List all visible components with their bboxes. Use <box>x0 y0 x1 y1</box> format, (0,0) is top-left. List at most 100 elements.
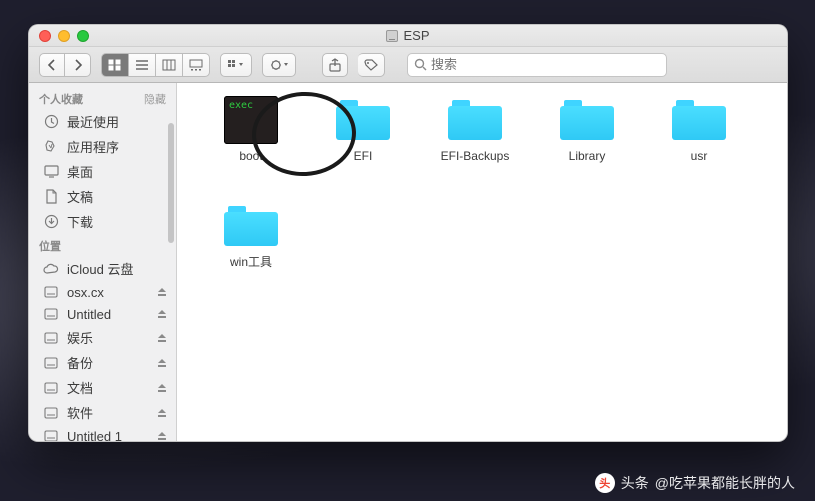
sidebar-item-label: 最近使用 <box>67 112 119 131</box>
folder-icon <box>672 100 726 140</box>
folder-item-efi-backups[interactable]: EFI-Backups <box>419 91 531 197</box>
sidebar-item-label: 软件 <box>67 403 93 422</box>
back-button[interactable] <box>39 53 65 77</box>
eject-icon[interactable] <box>156 286 168 298</box>
sidebar-item-untitled[interactable]: Untitled <box>29 303 176 325</box>
file-item-boot[interactable]: exec boot <box>195 91 307 197</box>
content-area[interactable]: exec boot EFI EFI-Backups Library <box>177 83 787 441</box>
download-icon <box>43 214 59 230</box>
sidebar-item-label: 备份 <box>67 353 93 372</box>
folder-item-wintools[interactable]: win工具 <box>195 197 307 303</box>
sidebar-item-label: 文稿 <box>67 187 93 206</box>
folder-icon <box>336 100 390 140</box>
exec-icon: exec <box>224 96 278 144</box>
apps-icon <box>43 139 59 155</box>
watermark: 头 头条 @吃苹果都能长胖的人 <box>595 473 795 493</box>
watermark-source: 头条 <box>621 473 649 493</box>
sidebar-item-desktop[interactable]: 桌面 <box>29 159 176 184</box>
sidebar-header-locations: 位置 <box>29 234 176 256</box>
sidebar-item-recents[interactable]: 最近使用 <box>29 109 176 134</box>
disk-icon <box>43 405 59 421</box>
eject-icon[interactable] <box>156 382 168 394</box>
exec-label: exec <box>229 100 253 111</box>
sidebar-item-label: 桌面 <box>67 162 93 181</box>
item-label: Library <box>569 149 606 163</box>
search-field[interactable] <box>407 53 667 77</box>
volume-icon <box>386 30 398 42</box>
window-title-text: ESP <box>403 28 429 43</box>
sidebar-item-downloads[interactable]: 下载 <box>29 209 176 234</box>
nav-buttons <box>39 53 91 77</box>
action-menu-button[interactable] <box>262 53 296 77</box>
item-label: EFI-Backups <box>441 149 510 163</box>
search-icon <box>414 58 427 71</box>
disk-icon <box>43 380 59 396</box>
finder-window: ESP 个人收藏 隐藏 <box>28 24 788 442</box>
clock-icon <box>43 114 59 130</box>
arrange-button[interactable] <box>220 53 252 77</box>
folder-icon <box>448 100 502 140</box>
sidebar-item-backup[interactable]: 备份 <box>29 350 176 375</box>
disk-icon <box>43 330 59 346</box>
sidebar-item-label: 应用程序 <box>67 137 119 156</box>
forward-button[interactable] <box>65 53 91 77</box>
sidebar-header-favorites: 个人收藏 隐藏 <box>29 87 176 109</box>
sidebar-collapse-toggle[interactable]: 隐藏 <box>144 91 166 107</box>
view-mode-buttons <box>101 53 210 77</box>
folder-icon <box>560 100 614 140</box>
tags-button[interactable] <box>358 53 385 77</box>
desktop-icon <box>43 164 59 180</box>
titlebar[interactable]: ESP <box>29 25 787 47</box>
disk-icon <box>43 306 59 322</box>
sidebar-item-osxcx[interactable]: osx.cx <box>29 281 176 303</box>
sidebar-item-entertainment[interactable]: 娱乐 <box>29 325 176 350</box>
sidebar-item-label: iCloud 云盘 <box>67 259 133 278</box>
sidebar-item-docs-disk[interactable]: 文档 <box>29 375 176 400</box>
disk-icon <box>43 284 59 300</box>
sidebar-scrollbar[interactable] <box>168 123 174 243</box>
column-view-button[interactable] <box>156 53 183 77</box>
folder-icon <box>224 206 278 246</box>
share-button[interactable] <box>322 53 348 77</box>
sidebar-item-label: 下载 <box>67 212 93 231</box>
toolbar <box>29 47 787 83</box>
folder-item-usr[interactable]: usr <box>643 91 755 197</box>
eject-icon[interactable] <box>156 308 168 320</box>
sidebar-header-label: 个人收藏 <box>39 91 83 107</box>
list-view-button[interactable] <box>129 53 156 77</box>
disk-icon <box>43 355 59 371</box>
toutiao-logo-icon: 头 <box>595 473 615 493</box>
cloud-icon <box>43 261 59 277</box>
item-label: EFI <box>354 149 373 163</box>
eject-icon[interactable] <box>156 332 168 344</box>
sidebar-item-untitled1[interactable]: Untitled 1 <box>29 425 176 441</box>
window-title: ESP <box>29 28 787 43</box>
eject-icon[interactable] <box>156 430 168 441</box>
sidebar: 个人收藏 隐藏 最近使用 应用程序 桌面 文稿 下载 位置 iCloud 云盘 … <box>29 83 177 441</box>
item-label: usr <box>691 149 708 163</box>
folder-item-library[interactable]: Library <box>531 91 643 197</box>
sidebar-item-software[interactable]: 软件 <box>29 400 176 425</box>
icon-view-button[interactable] <box>101 53 129 77</box>
action-group <box>262 53 296 77</box>
eject-icon[interactable] <box>156 407 168 419</box>
watermark-author: @吃苹果都能长胖的人 <box>655 473 795 493</box>
sidebar-item-label: Untitled 1 <box>67 429 122 442</box>
sidebar-item-label: osx.cx <box>67 285 104 300</box>
disk-icon <box>43 428 59 441</box>
sidebar-item-icloud[interactable]: iCloud 云盘 <box>29 256 176 281</box>
gallery-view-button[interactable] <box>183 53 210 77</box>
arrange-group <box>220 53 252 77</box>
sidebar-item-documents[interactable]: 文稿 <box>29 184 176 209</box>
icon-grid: exec boot EFI EFI-Backups Library <box>195 91 787 303</box>
sidebar-header-label: 位置 <box>39 238 61 254</box>
item-label: boot <box>239 149 262 163</box>
eject-icon[interactable] <box>156 357 168 369</box>
sidebar-item-label: Untitled <box>67 307 111 322</box>
sidebar-item-label: 文档 <box>67 378 93 397</box>
search-input[interactable] <box>431 57 660 72</box>
folder-item-efi[interactable]: EFI <box>307 91 419 197</box>
item-label: win工具 <box>230 255 272 269</box>
sidebar-item-applications[interactable]: 应用程序 <box>29 134 176 159</box>
sidebar-item-label: 娱乐 <box>67 328 93 347</box>
